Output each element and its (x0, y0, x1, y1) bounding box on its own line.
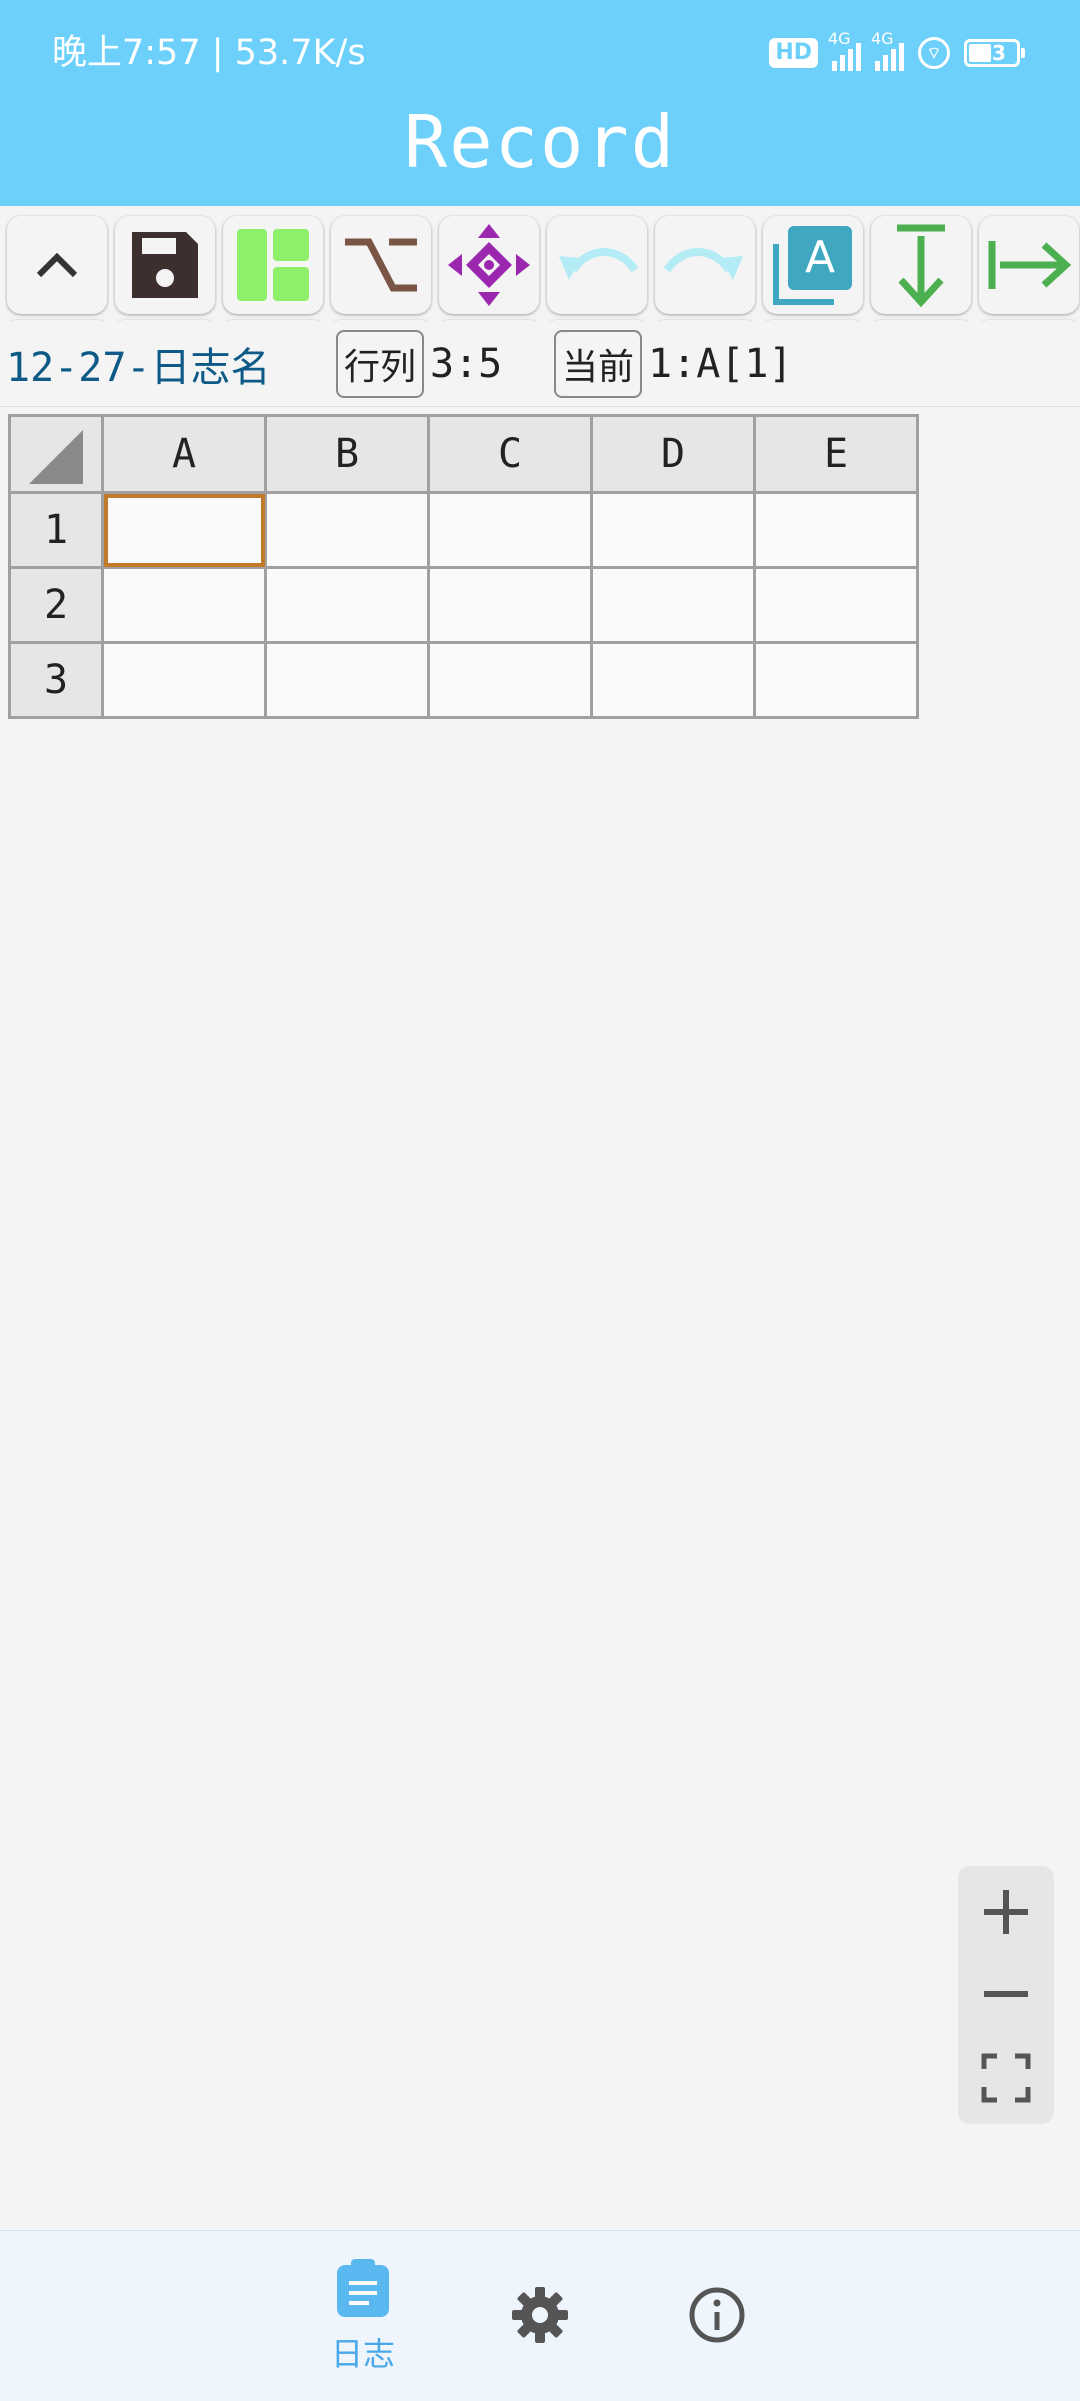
bottom-navigation: 日志 (0, 2230, 1080, 2401)
plus-icon (984, 1890, 1028, 1934)
signal-icon-2: 4G (871, 29, 904, 71)
layout-button[interactable] (223, 216, 323, 314)
column-header-d[interactable]: D (590, 414, 756, 494)
network-type-label-2: 4G (871, 29, 894, 48)
gear-icon (512, 2287, 568, 2343)
current-cell-value: 1:A[1] (648, 341, 793, 387)
column-header-a[interactable]: A (101, 414, 267, 494)
wifi-icon: ⌔ (918, 37, 950, 69)
rowcol-button[interactable]: 行列 (336, 330, 425, 398)
cell-b1[interactable] (264, 491, 430, 569)
cell-d1[interactable] (590, 491, 756, 569)
minus-icon (984, 1991, 1028, 1997)
header-row: A B C D E (8, 414, 919, 494)
info-icon (689, 2287, 745, 2343)
save-button[interactable] (115, 216, 215, 314)
column-header-e[interactable]: E (753, 414, 919, 494)
arrow-right-from-line-icon (988, 241, 1072, 289)
current-cell-button[interactable]: 当前 (554, 330, 643, 398)
undo-icon (559, 248, 639, 280)
insert-row-button[interactable] (871, 216, 971, 314)
fit-screen-button[interactable] (958, 2038, 1054, 2118)
text-style-icon: A (773, 226, 852, 305)
row-header-2[interactable]: 2 (8, 566, 104, 644)
table-row: 2 (8, 566, 919, 644)
cell-e3[interactable] (753, 641, 919, 719)
nav-item-log[interactable]: 日志 (303, 2259, 423, 2375)
row-header-3[interactable]: 3 (8, 641, 104, 719)
column-header-c[interactable]: C (427, 414, 593, 494)
nav-item-settings[interactable] (480, 2285, 600, 2349)
app-header: 晚上7:57 | 53.7K/s HD 4G 4G ⌔ 43 Record (0, 0, 1080, 206)
corner-triangle-icon (29, 430, 83, 484)
clipboard-icon (337, 2259, 389, 2317)
nav-item-about[interactable] (657, 2285, 777, 2349)
battery-level: 43 (978, 41, 1006, 65)
rowcol-value: 3:5 (430, 341, 503, 387)
cell-a3[interactable] (101, 641, 267, 719)
insert-column-button[interactable] (979, 216, 1079, 314)
option-button[interactable] (331, 216, 431, 314)
cell-e2[interactable] (753, 566, 919, 644)
toolbar: A (0, 206, 1080, 322)
log-name[interactable]: 12-27-日志名 (6, 335, 336, 393)
redo-button[interactable] (655, 216, 755, 314)
cell-d3[interactable] (590, 641, 756, 719)
battery-icon: 43 (964, 39, 1025, 67)
table-row: 1 (8, 491, 919, 569)
info-bar: 12-27-日志名 行列 3:5 当前 1:A[1] (0, 322, 1080, 407)
column-header-b[interactable]: B (264, 414, 430, 494)
cell-d2[interactable] (590, 566, 756, 644)
fullscreen-icon (981, 2053, 1031, 2103)
signal-icon: 4G (828, 29, 861, 71)
undo-button[interactable] (547, 216, 647, 314)
network-type-label: 4G (828, 29, 851, 48)
cell-a2[interactable] (101, 566, 267, 644)
cell-c3[interactable] (427, 641, 593, 719)
collapse-button[interactable] (7, 216, 107, 314)
cell-e1[interactable] (753, 491, 919, 569)
hd-badge: HD (769, 38, 818, 68)
spreadsheet-grid: A B C D E 1 2 3 (8, 414, 919, 719)
zoom-in-button[interactable] (958, 1872, 1054, 1952)
cell-b3[interactable] (264, 641, 430, 719)
layout-icon (237, 229, 309, 301)
cell-c1[interactable] (427, 491, 593, 569)
nav-item-label: 日志 (330, 2335, 395, 2373)
app-title: Record (403, 100, 677, 184)
status-icons: HD 4G 4G ⌔ 43 (769, 29, 1025, 76)
redo-icon (663, 248, 743, 280)
select-all-corner[interactable] (8, 414, 104, 494)
zoom-controls (958, 1866, 1054, 2124)
move-icon (448, 224, 530, 306)
text-style-button[interactable]: A (763, 216, 863, 314)
zoom-out-button[interactable] (958, 1954, 1054, 2034)
cell-a1[interactable] (101, 491, 267, 569)
status-time: 晚上7:57 | 53.7K/s (52, 33, 366, 73)
svg-text:A: A (805, 232, 835, 283)
cell-c2[interactable] (427, 566, 593, 644)
cell-b2[interactable] (264, 566, 430, 644)
chevron-up-icon (36, 252, 78, 278)
save-icon (132, 232, 198, 298)
table-row: 3 (8, 641, 919, 719)
move-button[interactable] (439, 216, 539, 314)
row-header-1[interactable]: 1 (8, 491, 104, 569)
option-key-icon (345, 238, 417, 292)
arrow-down-to-line-icon (897, 224, 945, 308)
